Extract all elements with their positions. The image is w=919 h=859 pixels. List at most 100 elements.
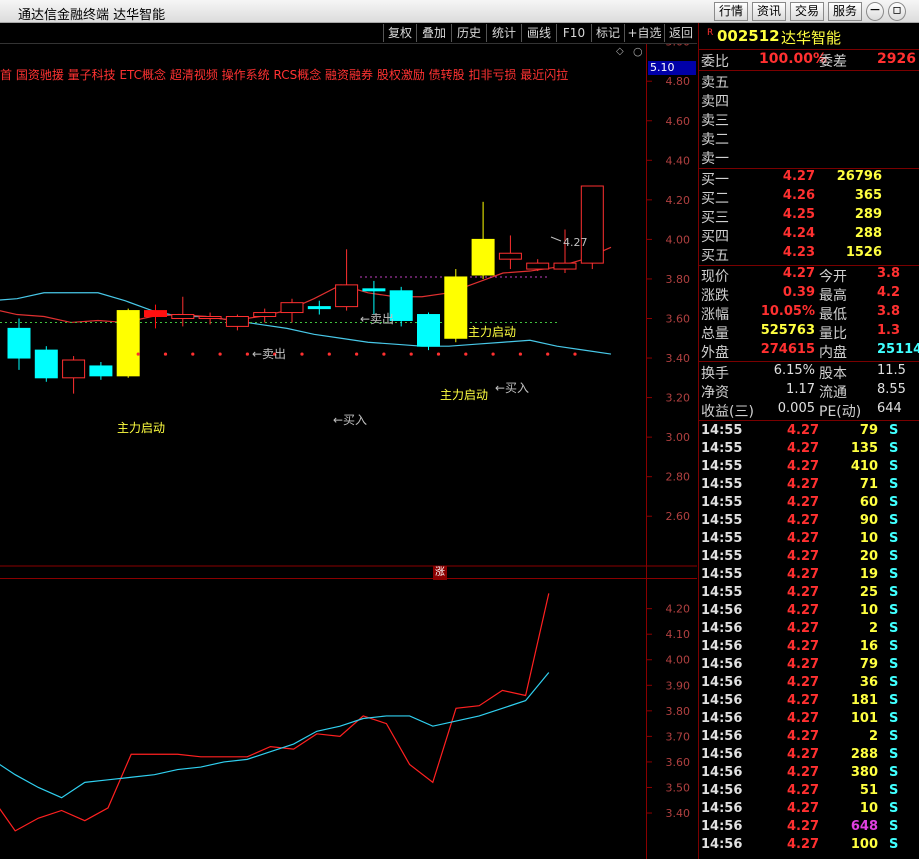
- tick-row: 14:55 4.27 90 S: [701, 513, 899, 528]
- statistics-button[interactable]: 统计: [486, 24, 521, 42]
- restore-button[interactable]: ▫: [888, 2, 906, 21]
- tick-row: 14:56 4.27 101 S: [701, 711, 899, 726]
- kline-chart[interactable]: 5.00 4.80 4.60 4.40 4.20 4.00 3.80 3.60 3.40 3.20…: [0, 44, 697, 578]
- y-tick-label: 4.60: [666, 115, 691, 128]
- candle-body: [526, 262, 550, 270]
- signal-dot: [546, 352, 550, 356]
- tick-row: 14:56 4.27 10 S: [701, 603, 899, 618]
- signal-dot: [163, 352, 168, 356]
- signal-dot: [300, 352, 304, 356]
- stat-row: 换手 6.15% 股本 11.5: [701, 363, 906, 382]
- fuquan-button[interactable]: 复权: [383, 24, 416, 42]
- candle-body: [280, 302, 304, 314]
- trade-button[interactable]: 交易: [790, 2, 824, 21]
- tick-row: 14:55 4.27 20 S: [701, 549, 899, 564]
- main-force-label: 主力启动: [440, 388, 488, 402]
- history-button[interactable]: 历史: [451, 24, 486, 42]
- bid-row: 买三 4.25 289: [701, 207, 882, 226]
- signal-dot: [464, 352, 468, 356]
- ask-row: 卖三: [701, 113, 729, 129]
- tick-row: 14:55 4.27 25 S: [701, 585, 899, 600]
- y-tick-label: 3.20: [666, 392, 691, 405]
- indicator-chart[interactable]: 4.20 4.10 4.00 3.90 3.80 3.70 3.60 3.50 3.40: [0, 578, 697, 859]
- candle-body: [362, 288, 386, 292]
- y-tick-label: 4.20: [666, 603, 691, 616]
- news-button[interactable]: 资讯: [752, 2, 786, 21]
- tick-row: 14:55 4.27 60 S: [701, 495, 899, 510]
- limit-up-marker: 涨: [433, 566, 447, 580]
- market-button[interactable]: 行情: [714, 2, 748, 21]
- candle-body: [444, 276, 468, 339]
- candle-body: [225, 316, 249, 327]
- tick-row: 14:55 4.27 10 S: [701, 531, 899, 546]
- f10-button[interactable]: F10: [556, 24, 591, 42]
- tick-list[interactable]: 14:55 4.27 79 S 14:55 4.27 135 S 14:55 4.27 410 S 14…: [699, 423, 919, 859]
- last-price-label: 4.27: [563, 236, 588, 249]
- bid-row: 买五 4.23 1526: [701, 245, 882, 264]
- diamond-icon[interactable]: ◇: [616, 46, 624, 57]
- y-tick-label: 3.70: [666, 730, 691, 743]
- stat-row: 外盘 274615 内盘 25114: [701, 342, 919, 361]
- tick-row: 14:56 4.27 79 S: [701, 657, 899, 672]
- y-tick-label: 4.40: [666, 154, 691, 167]
- signal-dot: [436, 352, 441, 356]
- buy-label: ←买入: [495, 381, 529, 395]
- tick-row: 14:55 4.27 71 S: [701, 477, 899, 492]
- y-tick-label: 4.00: [666, 233, 691, 246]
- signal-dot: [245, 352, 249, 356]
- chart-toolbar: 复权 叠加 历史 统计 画线 F10 标记 +自选 返回: [0, 23, 697, 44]
- buy-label: ←买入: [333, 413, 367, 427]
- tick-row: 14:56 4.27 10 S: [701, 801, 899, 816]
- bid-row: 买四 4.24 288: [701, 226, 882, 245]
- candle-body: [471, 238, 495, 276]
- tick-row: 14:56 4.27 2 S: [701, 621, 899, 636]
- tick-row: 14:55 4.27 79 S: [701, 423, 899, 438]
- y-tick-label: 3.60: [666, 312, 691, 325]
- y-tick-label: 3.50: [666, 781, 691, 794]
- signal-dot: [518, 352, 523, 356]
- ask-row: 卖五: [701, 75, 729, 91]
- circle-icon[interactable]: ○: [633, 45, 643, 58]
- candle-body: [7, 327, 31, 359]
- add-watchlist-button[interactable]: +自选: [624, 24, 664, 42]
- minimize-button[interactable]: −: [866, 2, 884, 21]
- y-tick-label: 3.40: [666, 352, 691, 365]
- title-bar: 通达信金融终端 达华智能 行情 资讯 交易 服务 − ▫: [0, 0, 919, 23]
- signal-dot: [218, 352, 222, 356]
- y-tick-label: 3.90: [666, 679, 691, 692]
- stat-row: 收益(三) 0.005 PE(动) 644: [701, 401, 902, 420]
- y-tick-label: 3.60: [666, 756, 691, 769]
- tick-row: 14:56 4.27 16 S: [701, 639, 899, 654]
- draw-line-button[interactable]: 画线: [521, 24, 556, 42]
- overlay-button[interactable]: 叠加: [416, 24, 451, 42]
- signal-dot: [409, 352, 413, 356]
- tick-row: 14:56 4.27 100 S: [701, 837, 899, 852]
- ask-row: 卖一: [701, 151, 729, 167]
- tick-row: 14:56 4.27 36 S: [701, 675, 899, 690]
- main-force-label: 主力启动: [117, 421, 165, 435]
- indicator-red-line: [0, 593, 550, 832]
- y-tick-label: 3.80: [666, 273, 691, 286]
- tick-row: 14:56 4.27 380 S: [701, 765, 899, 780]
- candle-body: [198, 316, 222, 320]
- tick-row: 14:56 4.27 51 S: [701, 783, 899, 798]
- back-button[interactable]: 返回: [664, 24, 697, 42]
- mark-button[interactable]: 标记: [591, 24, 624, 42]
- candle-body: [34, 349, 58, 379]
- y-tick-label: 3.00: [666, 431, 691, 444]
- bid-row: 买一 4.27 26796: [701, 169, 882, 188]
- stock-name: 达华智能: [781, 29, 842, 47]
- stat-row: 现价 4.27 今开 3.8: [701, 266, 901, 285]
- candle-body: [307, 306, 331, 310]
- candle-body: [580, 185, 604, 264]
- y-tick-label: 4.10: [666, 628, 691, 641]
- y-tick-label: 3.80: [666, 705, 691, 718]
- ask-row: 卖二: [701, 132, 729, 148]
- service-button[interactable]: 服务: [828, 2, 862, 21]
- candle-body: [171, 314, 195, 319]
- signal-dot: [491, 352, 495, 356]
- candle-body: [335, 284, 359, 308]
- stock-code: 002512: [717, 27, 780, 45]
- y-tick-label: 5.00: [666, 44, 691, 49]
- signal-dot: [136, 352, 140, 356]
